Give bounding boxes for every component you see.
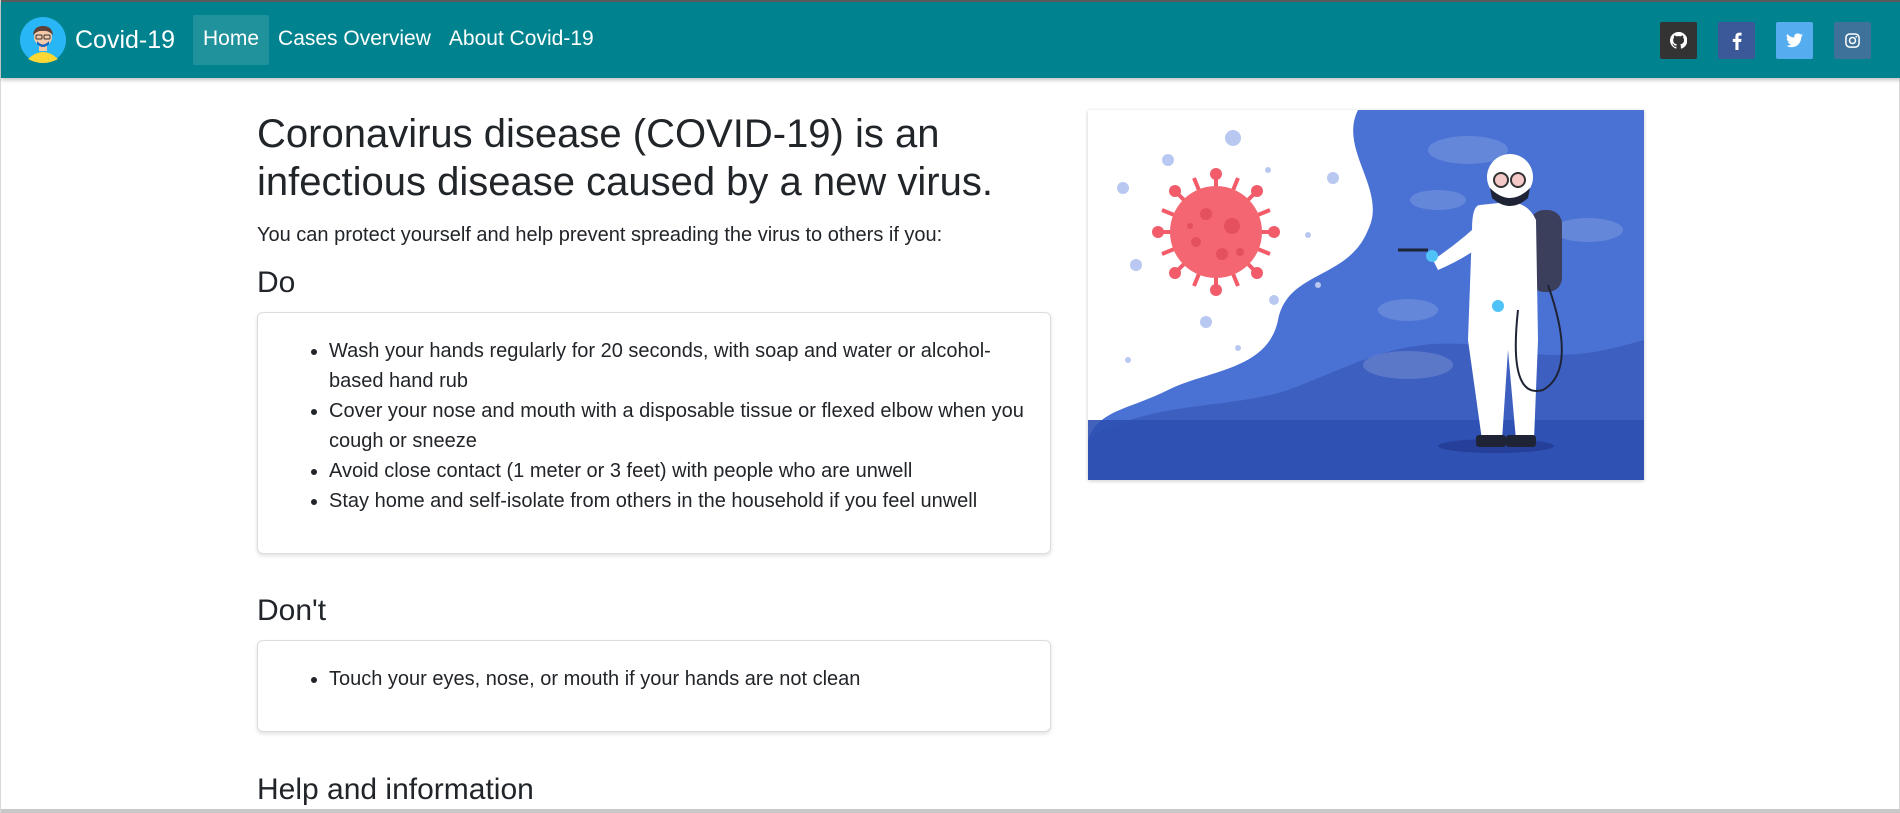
- instagram-icon: [1845, 33, 1860, 48]
- facebook-button[interactable]: [1718, 22, 1755, 59]
- navbar: Covid-19 Home Cases Overview About Covid…: [1, 0, 1900, 78]
- do-list: Wash your hands regularly for 20 seconds…: [258, 336, 1050, 516]
- dont-item: Touch your eyes, nose, or mouth if your …: [329, 664, 1050, 694]
- do-item: Stay home and self-isolate from others i…: [329, 486, 1050, 516]
- help-heading: Help and information: [257, 773, 534, 806]
- github-button[interactable]: [1660, 22, 1697, 59]
- github-icon: [1670, 32, 1687, 49]
- do-item: Cover your nose and mouth with a disposa…: [329, 396, 1050, 456]
- do-heading: Do: [257, 266, 296, 299]
- twitter-icon: [1786, 33, 1803, 48]
- twitter-button[interactable]: [1776, 22, 1813, 59]
- nav-links: Home Cases Overview About Covid-19: [193, 15, 603, 65]
- facebook-icon: [1732, 32, 1742, 50]
- dont-heading: Don't: [257, 594, 327, 627]
- horizontal-scrollbar[interactable]: [1, 809, 1900, 813]
- do-card: Wash your hands regularly for 20 seconds…: [257, 312, 1051, 554]
- do-item: Wash your hands regularly for 20 seconds…: [329, 336, 1050, 396]
- intro-section: Coronavirus disease (COVID-19) is an inf…: [257, 110, 1052, 248]
- disinfection-illustration: [1088, 110, 1644, 480]
- nav-cases-overview[interactable]: Cases Overview: [269, 15, 440, 65]
- intro-text: You can protect yourself and help preven…: [257, 224, 943, 246]
- brand-logo-icon: [20, 17, 66, 63]
- nav-home[interactable]: Home: [193, 15, 270, 65]
- page-headline: Coronavirus disease (COVID-19) is an inf…: [257, 112, 993, 204]
- brand[interactable]: Covid-19: [20, 17, 175, 63]
- dont-list: Touch your eyes, nose, or mouth if your …: [258, 664, 1050, 694]
- hero-illustration: [1088, 110, 1644, 480]
- do-item: Avoid close contact (1 meter or 3 feet) …: [329, 456, 1050, 486]
- dont-card: Touch your eyes, nose, or mouth if your …: [257, 640, 1051, 732]
- brand-title: Covid-19: [75, 25, 176, 54]
- nav-about-covid[interactable]: About Covid-19: [440, 15, 603, 65]
- instagram-button[interactable]: [1834, 22, 1871, 59]
